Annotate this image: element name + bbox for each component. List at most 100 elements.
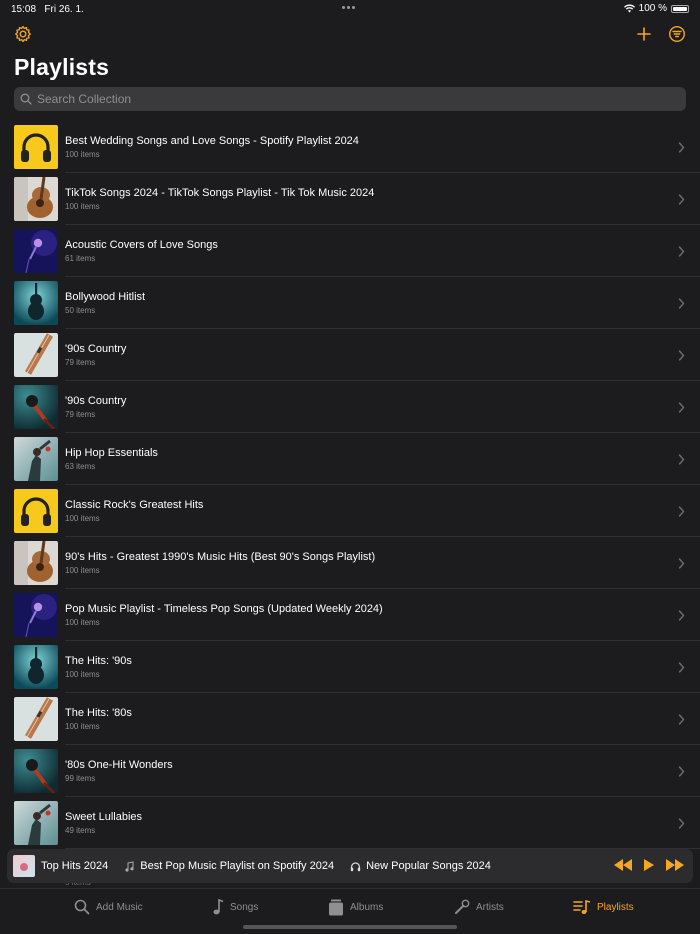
tab-albums[interactable]: Albums <box>328 899 383 916</box>
wifi-icon <box>623 4 635 13</box>
music-note-icon <box>213 899 224 915</box>
playlist-row[interactable]: Classic Rock's Greatest Hits 100 items <box>0 485 700 537</box>
playlist-list: Best Wedding Songs and Love Songs - Spot… <box>0 121 700 849</box>
playlist-title: Pop Music Playlist - Timeless Pop Songs … <box>65 603 383 615</box>
play-icon[interactable] <box>643 858 655 872</box>
playlist-artwork <box>14 281 58 325</box>
playlist-item-count: 50 items <box>65 306 96 315</box>
playlist-artwork <box>14 593 58 637</box>
playlist-item-count: 100 items <box>65 202 100 211</box>
playlist-row[interactable]: 90's Hits - Greatest 1990's Music Hits (… <box>0 537 700 589</box>
tab-label: Songs <box>230 901 259 913</box>
playlist-title: TikTok Songs 2024 - TikTok Songs Playlis… <box>65 187 375 199</box>
headphones-icon <box>350 861 361 871</box>
playlist-artwork <box>14 229 58 273</box>
playlist-artwork <box>14 697 58 741</box>
chevron-right-icon <box>678 454 685 465</box>
date-text: Fri 26. 1. <box>44 4 84 15</box>
tab-playlists[interactable]: Playlists <box>573 899 634 915</box>
search-placeholder: Search Collection <box>37 92 132 106</box>
now-playing-artwork[interactable] <box>13 855 35 877</box>
playlist-row[interactable]: TikTok Songs 2024 - TikTok Songs Playlis… <box>0 173 700 225</box>
playlist-item-count: 63 items <box>65 462 96 471</box>
search-input[interactable]: Search Collection <box>14 87 686 111</box>
status-time: 15:08 Fri 26. 1. <box>11 4 84 15</box>
microphone-icon <box>455 899 470 914</box>
rewind-icon[interactable] <box>613 858 633 872</box>
chevron-right-icon <box>678 194 685 205</box>
music-note-icon <box>125 860 134 872</box>
chevron-right-icon <box>678 142 685 153</box>
chevron-right-icon <box>678 246 685 257</box>
playlist-title: Hip Hop Essentials <box>65 447 158 459</box>
playlist-title: Bollywood Hitlist <box>65 291 146 303</box>
chevron-right-icon <box>678 714 685 725</box>
playlist-title: Classic Rock's Greatest Hits <box>65 499 204 511</box>
fast-forward-icon[interactable] <box>665 858 685 872</box>
playlist-title: The Hits: '80s <box>65 707 132 719</box>
chevron-right-icon <box>678 402 685 413</box>
gear-icon[interactable] <box>13 24 33 44</box>
now-playing-source: New Popular Songs 2024 <box>366 860 491 872</box>
chevron-right-icon <box>678 610 685 621</box>
playlist-row[interactable]: Hip Hop Essentials 63 items <box>0 433 700 485</box>
playlist-item-count: 100 items <box>65 150 100 159</box>
chevron-right-icon <box>678 662 685 673</box>
playlist-row[interactable]: Sweet Lullabies 49 items <box>0 797 700 849</box>
playlist-item-count: 49 items <box>65 826 96 835</box>
playlist-icon <box>573 899 591 914</box>
search-icon <box>20 93 32 105</box>
playlist-row[interactable]: '80s One-Hit Wonders 99 items <box>0 745 700 797</box>
battery-percent: 100 % <box>638 3 667 14</box>
playlist-title: '90s Country <box>65 395 127 407</box>
playlist-row[interactable]: '90s Country 79 items <box>0 381 700 433</box>
now-playing-song-group[interactable]: Best Pop Music Playlist on Spotify 2024 <box>124 860 334 872</box>
now-playing-playlist[interactable]: Top Hits 2024 <box>41 860 108 872</box>
playlist-title: '80s One-Hit Wonders <box>65 759 173 771</box>
playlist-title: 90's Hits - Greatest 1990's Music Hits (… <box>65 551 376 563</box>
home-indicator[interactable] <box>243 925 457 929</box>
mini-player[interactable]: Top Hits 2024 Best Pop Music Playlist on… <box>7 849 693 883</box>
tab-songs[interactable]: Songs <box>212 899 258 915</box>
playlist-artwork <box>14 125 58 169</box>
playlist-item-count: 79 items <box>65 410 96 419</box>
playlist-title: '90s Country <box>65 343 127 355</box>
multitasking-dots-icon[interactable] <box>342 6 355 9</box>
tab-label: Artists <box>476 901 504 913</box>
filter-icon[interactable] <box>667 24 687 44</box>
playlist-row[interactable]: '90s Country 79 items <box>0 329 700 381</box>
plus-icon[interactable] <box>634 24 654 44</box>
chevron-right-icon <box>678 298 685 309</box>
playlist-title: Acoustic Covers of Love Songs <box>65 239 218 251</box>
tab-label: Add Music <box>96 901 143 913</box>
playlist-title: Best Wedding Songs and Love Songs - Spot… <box>65 135 359 147</box>
search-icon <box>74 899 90 915</box>
chevron-right-icon <box>678 818 685 829</box>
now-playing-source-group[interactable]: New Popular Songs 2024 <box>350 860 491 872</box>
playback-controls <box>613 858 685 872</box>
tab-add-music[interactable]: Add Music <box>74 899 143 915</box>
playlist-row[interactable]: Bollywood Hitlist 50 items <box>0 277 700 329</box>
playlist-item-count: 61 items <box>65 254 96 263</box>
playlist-item-count: 100 items <box>65 722 100 731</box>
album-icon <box>329 899 343 916</box>
playlist-row[interactable]: Acoustic Covers of Love Songs 61 items <box>0 225 700 277</box>
playlist-item-count: 100 items <box>65 670 100 679</box>
playlist-artwork <box>14 437 58 481</box>
playlist-row[interactable]: The Hits: '90s 100 items <box>0 641 700 693</box>
playlist-row[interactable]: Best Wedding Songs and Love Songs - Spot… <box>0 121 700 173</box>
playlist-artwork <box>14 541 58 585</box>
playlist-row[interactable]: Pop Music Playlist - Timeless Pop Songs … <box>0 589 700 641</box>
playlist-row[interactable]: The Hits: '80s 100 items <box>0 693 700 745</box>
playlist-artwork <box>14 489 58 533</box>
chevron-right-icon <box>678 766 685 777</box>
tab-label: Playlists <box>597 901 634 913</box>
playlist-item-count: 100 items <box>65 618 100 627</box>
playlist-artwork <box>14 801 58 845</box>
playlist-item-count: 99 items <box>65 774 96 783</box>
page-title: Playlists <box>14 54 110 80</box>
tab-artists[interactable]: Artists <box>454 899 504 915</box>
playlist-artwork <box>14 749 58 793</box>
chevron-right-icon <box>678 350 685 361</box>
playlist-item-count: 100 items <box>65 514 100 523</box>
